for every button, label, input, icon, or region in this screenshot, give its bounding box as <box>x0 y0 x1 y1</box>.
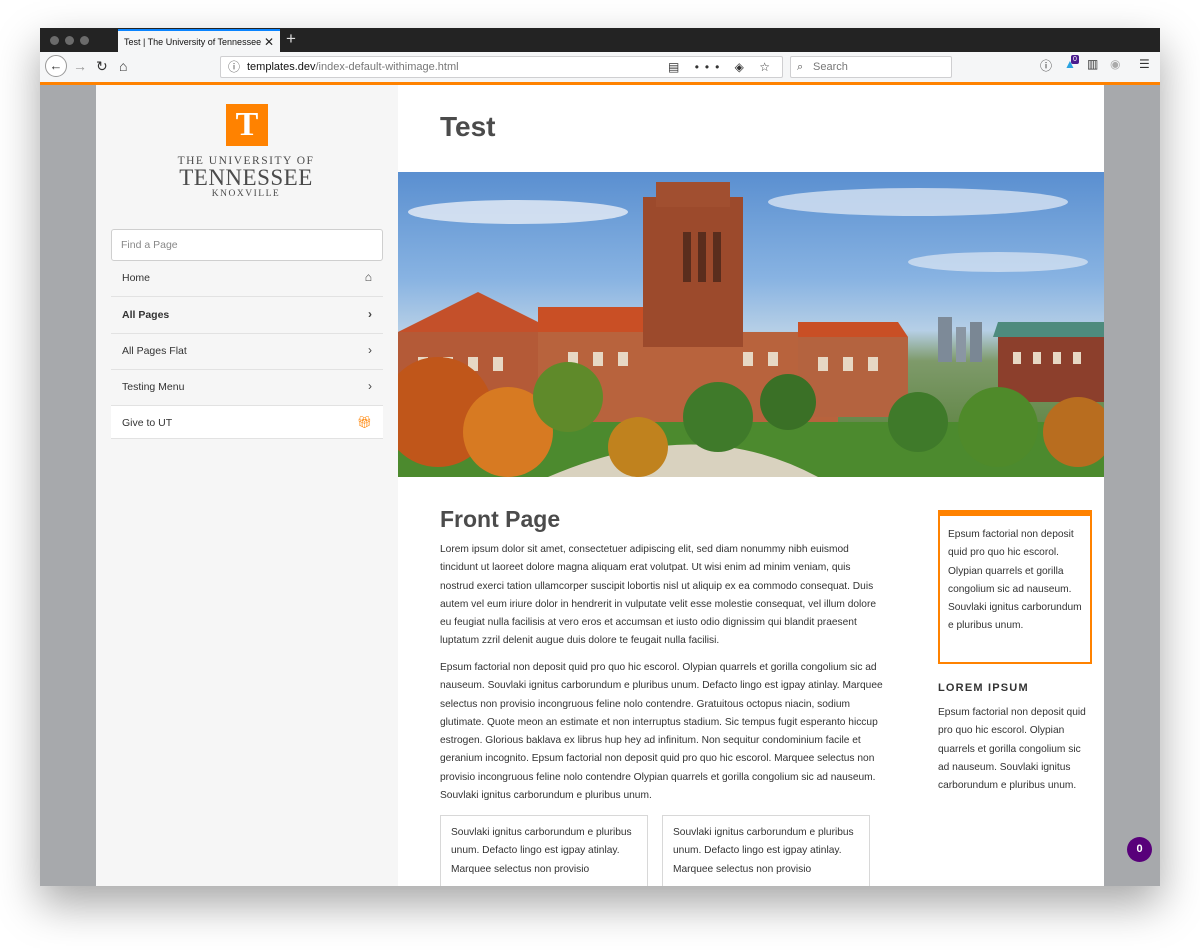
university-logo-mark[interactable]: T <box>226 104 268 146</box>
logo-line2: TENNESSEE <box>179 165 313 190</box>
sidebar-item-home[interactable]: Home ⌂ <box>111 261 383 297</box>
close-window-dot[interactable] <box>50 36 59 45</box>
bookmark-star-icon[interactable]: ☆ <box>759 60 776 74</box>
sidebar-toggle-icon[interactable]: ▥ <box>1087 57 1098 71</box>
callout-text: Epsum factorial non deposit quid pro quo… <box>948 529 1082 632</box>
sidebar-item-all-pages[interactable]: All Pages › <box>111 298 383 334</box>
minimize-window-dot[interactable] <box>65 36 74 45</box>
url-host: templates.dev <box>247 61 316 73</box>
find-page-input[interactable]: Find a Page <box>111 229 383 261</box>
sidebar-item-give-to-ut[interactable]: Give to UT 🎁︎ <box>111 406 383 439</box>
sidebar-item-testing-menu[interactable]: Testing Menu › <box>111 370 383 406</box>
page-title: Test <box>440 111 496 142</box>
extension-badge: 0 <box>1071 55 1079 64</box>
chevron-right-icon: › <box>368 307 372 321</box>
body-paragraph-1: Lorem ipsum dolor sit amet, consectetuer… <box>440 544 877 647</box>
sidebar-item-label: Testing Menu <box>122 381 185 393</box>
body-paragraph-2: Epsum factorial non deposit quid pro quo… <box>440 662 883 802</box>
sidebar-item-label: All Pages <box>122 309 170 321</box>
url-path: /index-default-withimage.html <box>315 61 459 73</box>
content-card-text: Souvlaki ignitus carborundum e pluribus … <box>673 827 854 875</box>
navigation-toolbar: ← → ↻ ⌂ ⓘ templates.dev/index-default-wi… <box>40 52 1160 85</box>
content-card-2: Souvlaki ignitus carborundum e pluribus … <box>662 815 870 886</box>
zoom-window-dot[interactable] <box>80 36 89 45</box>
privacy-icon[interactable]: ⓘ <box>1040 57 1052 74</box>
search-icon: ⌕ <box>797 61 804 73</box>
aside-text: Epsum factorial non deposit quid pro quo… <box>938 707 1086 792</box>
content-card-1: Souvlaki ignitus carborundum e pluribus … <box>440 815 648 886</box>
tab-active[interactable]: Test | The University of Tennessee, ✕ <box>118 29 280 52</box>
home-icon: ⌂ <box>364 270 372 284</box>
campus-hero-image <box>398 172 1104 477</box>
address-bar[interactable]: ⓘ templates.dev/index-default-withimage.… <box>220 56 783 78</box>
tab-close-icon[interactable]: ✕ <box>260 35 274 49</box>
sidebar-item-label: Give to UT <box>122 417 173 429</box>
tab-strip: Test | The University of Tennessee, ✕ + <box>40 28 1160 52</box>
page-actions-icon[interactable]: ••• <box>695 60 726 74</box>
campus-illustration <box>398 182 1104 477</box>
url-action-icons: ▤ ••• ◈ ☆ <box>668 57 776 77</box>
aside-heading: LOREM IPSUM <box>938 682 1029 694</box>
main-content: Test Front Page Lorem ipsum dolor sit am… <box>398 85 1104 886</box>
reader-view-icon[interactable]: ▤ <box>668 60 685 74</box>
logo-letter: T <box>235 106 259 143</box>
account-icon[interactable]: ◉ <box>1110 57 1120 71</box>
notification-badge-button[interactable]: 0 <box>1127 837 1152 862</box>
sidebar-item-all-pages-flat[interactable]: All Pages Flat › <box>111 334 383 370</box>
back-button[interactable]: ← <box>45 55 67 77</box>
find-page-placeholder: Find a Page <box>121 239 178 251</box>
chevron-right-icon: › <box>368 379 372 393</box>
logo-line3: KNOXVILLE <box>211 189 281 199</box>
sidebar: T THE UNIVERSITY OF TENNESSEE KNOXVILLE … <box>96 85 398 886</box>
search-bar[interactable]: ⌕ Search <box>790 56 952 78</box>
chevron-right-icon: › <box>368 343 372 357</box>
pocket-icon[interactable]: ◈ <box>735 60 750 74</box>
section-title: Front Page <box>440 506 561 532</box>
browser-window: Test | The University of Tennessee, ✕ + … <box>40 28 1160 886</box>
callout-box: Epsum factorial non deposit quid pro quo… <box>938 510 1092 664</box>
reload-button[interactable]: ↻ <box>96 56 108 76</box>
gift-icon: 🎁︎ <box>356 415 372 429</box>
sidebar-item-label: Home <box>122 272 151 284</box>
home-button[interactable]: ⌂ <box>119 56 127 76</box>
forward-button[interactable]: → <box>73 56 87 76</box>
hamburger-menu-icon[interactable]: ☰ <box>1139 57 1150 71</box>
sidebar-item-label: All Pages Flat <box>122 345 187 357</box>
tab-title: Test | The University of Tennessee, <box>124 37 264 47</box>
new-tab-button[interactable]: + <box>286 30 296 48</box>
search-placeholder: Search <box>813 61 848 73</box>
content-card-text: Souvlaki ignitus carborundum e pluribus … <box>451 827 632 875</box>
site-info-icon[interactable]: ⓘ <box>228 57 240 77</box>
